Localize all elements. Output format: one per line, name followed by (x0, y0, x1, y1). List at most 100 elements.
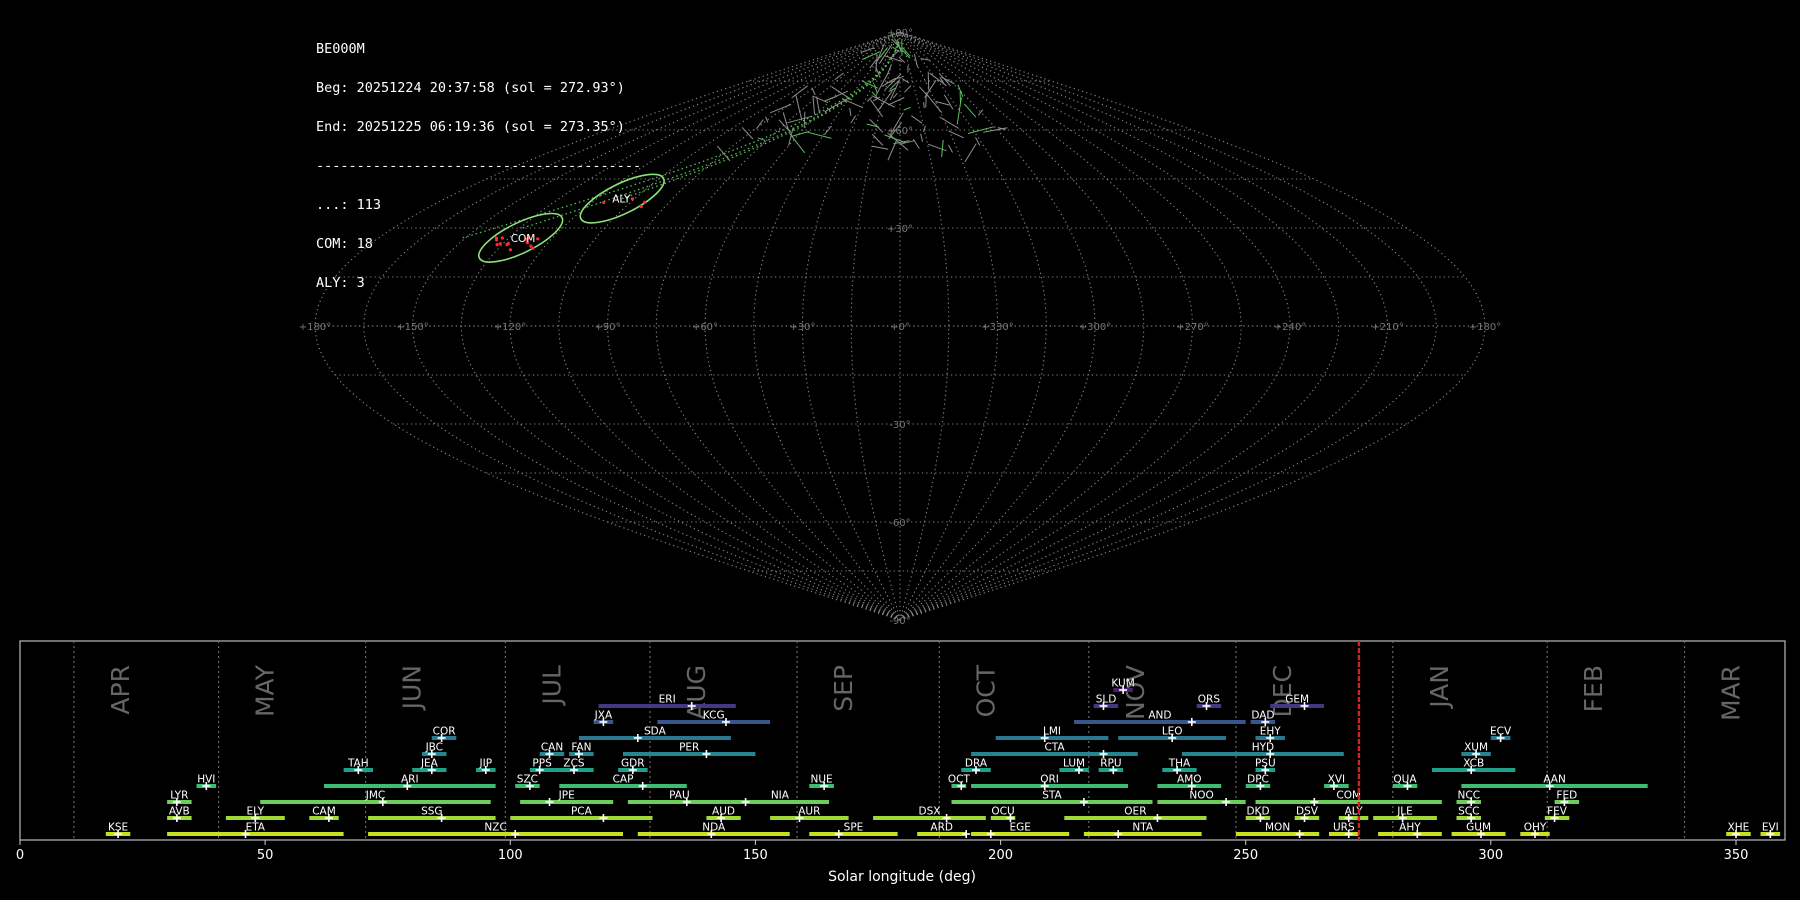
shower-code-label: HYD (1252, 742, 1274, 754)
shower-code-label: ORI (1040, 774, 1059, 786)
meteor-track (898, 56, 906, 63)
shower-code-label: JXA (594, 710, 613, 722)
lat-tick-label: -90° (889, 616, 910, 627)
shower-code-label: ELY (247, 806, 265, 818)
meteor-track (939, 116, 960, 129)
shower-code-label: PSU (1255, 758, 1276, 770)
month-label: SEP (829, 665, 858, 712)
x-tick-label: 200 (988, 848, 1013, 863)
lat-tick-label: +30° (887, 224, 913, 235)
x-tick-label: 250 (1233, 848, 1258, 863)
meteor-track (911, 115, 923, 124)
shower-code-label: CAN (541, 742, 563, 754)
lon-tick-label: +270° (1176, 322, 1208, 333)
shower-code-label: JLE (1396, 806, 1413, 818)
meteor-track (790, 130, 810, 137)
month-label: MAY (251, 664, 280, 717)
month-label: APR (106, 665, 135, 715)
meteor-track (927, 71, 930, 91)
lon-tick-label: +150° (396, 322, 428, 333)
meteor-track (813, 95, 829, 104)
lon-tick-label: +180° (299, 322, 331, 333)
shower-code-label: NOO (1189, 790, 1213, 802)
shower-code-label: XVI (1328, 774, 1345, 786)
shower-code-label: CAP (613, 774, 634, 786)
meteor-track (770, 103, 792, 114)
shower-timeline-chart: APR MAY JUN JUL AUG SEP OCT NOV DEC JAN FEB MAR KSE… (16, 640, 1786, 885)
shower-code-label: NZC (484, 822, 506, 834)
lon-tick-label: +90° (594, 322, 620, 333)
shower-code-label: GEM (1285, 694, 1309, 706)
shower-code-label: LUM (1063, 758, 1085, 770)
camera-id: BE000M (316, 41, 365, 57)
shower-code-label: QUA (1393, 774, 1417, 786)
lat-tick-label: -30° (889, 420, 910, 431)
shower-code-label: XCB (1463, 758, 1484, 770)
shower-code-label: FAN (571, 742, 591, 754)
shower-code-label: SDA (644, 726, 667, 738)
shower-code-label: DSV (1296, 806, 1319, 818)
count-sporadic: ...: 113 (316, 197, 382, 213)
shower-code-label: LYR (170, 790, 188, 802)
month-label: NOV (1121, 665, 1150, 720)
shower-code-label: AUR (798, 806, 820, 818)
shower-code-label: AVB (169, 806, 190, 818)
longitude-labels: +180° +150° +120° +90° +60° +30° +0° +330° +300°… (299, 322, 1501, 333)
shower-code-label: AMO (1177, 774, 1202, 786)
meteor-track (904, 85, 912, 93)
month-label: JUN (398, 665, 427, 711)
meteor-track (849, 107, 852, 116)
shower-code-label: COM (1336, 790, 1361, 802)
meteor-track (812, 95, 816, 115)
month-label: JAN (1425, 665, 1454, 710)
x-tick-label: 50 (257, 848, 274, 863)
shower-code-label: GUM (1466, 822, 1491, 834)
meteor-track (963, 103, 977, 118)
meteor-track (924, 79, 937, 98)
meteor-track (834, 72, 844, 80)
sky-map: +180° +150° +120° +90° +60° +30° +0° +330° +300°… (299, 28, 1501, 627)
shower-code-label: CAM (312, 806, 336, 818)
meteor-track (923, 102, 925, 109)
shower-code-label: FEV (1547, 806, 1568, 818)
meteor-track (941, 139, 944, 157)
lon-tick-label: +330° (981, 322, 1013, 333)
meteor-track (948, 144, 953, 153)
meteor-track (816, 97, 820, 114)
meteor-track (807, 131, 832, 139)
shower-code-label: SZC (517, 774, 538, 786)
shower-code-label: LMI (1043, 726, 1061, 738)
shower-code-label: JBC (425, 742, 443, 754)
shower-code-label: ARD (930, 822, 953, 834)
shower-code-label: PCA (571, 806, 593, 818)
meteor-track (756, 119, 764, 130)
meteor-track (956, 97, 962, 125)
meteor-track (892, 92, 898, 99)
meteor-track (943, 94, 954, 110)
shower-code-label: ERI (659, 694, 676, 706)
meteor-track (913, 53, 919, 68)
lat-tick-label: -60° (889, 518, 910, 529)
shower-code-label: DAD (1251, 710, 1274, 722)
lon-tick-label: +210° (1371, 322, 1403, 333)
shower-code-label: CTA (1044, 742, 1065, 754)
lat-tick-label: +60° (887, 126, 913, 137)
shower-code-label: JMC (365, 790, 386, 802)
meteor-track (967, 126, 994, 134)
shower-code-label: PAU (669, 790, 690, 802)
x-tick-label: 150 (743, 848, 768, 863)
lon-tick-label: +120° (494, 322, 526, 333)
shower-code-label: ETA (246, 822, 266, 834)
shower-code-label: PPS (532, 758, 552, 770)
count-com: COM: 18 (316, 236, 373, 252)
shower-bars: KSE ETA NZC NDA SPE ARD EGE NTA MON URS AHY GUM OHY X… (105, 678, 1781, 838)
separator-line: ---------------------------------------- (316, 158, 642, 174)
shower-code-label: SCC (1458, 806, 1479, 818)
lon-tick-label: +180° (1469, 322, 1501, 333)
meteor-track (878, 43, 893, 64)
meteor-track (935, 100, 950, 106)
meteor-track (860, 47, 875, 53)
shower-code-label: FED (1556, 790, 1577, 802)
shower-code-label: DRA (965, 758, 988, 770)
timeline-frame (19, 640, 1786, 841)
